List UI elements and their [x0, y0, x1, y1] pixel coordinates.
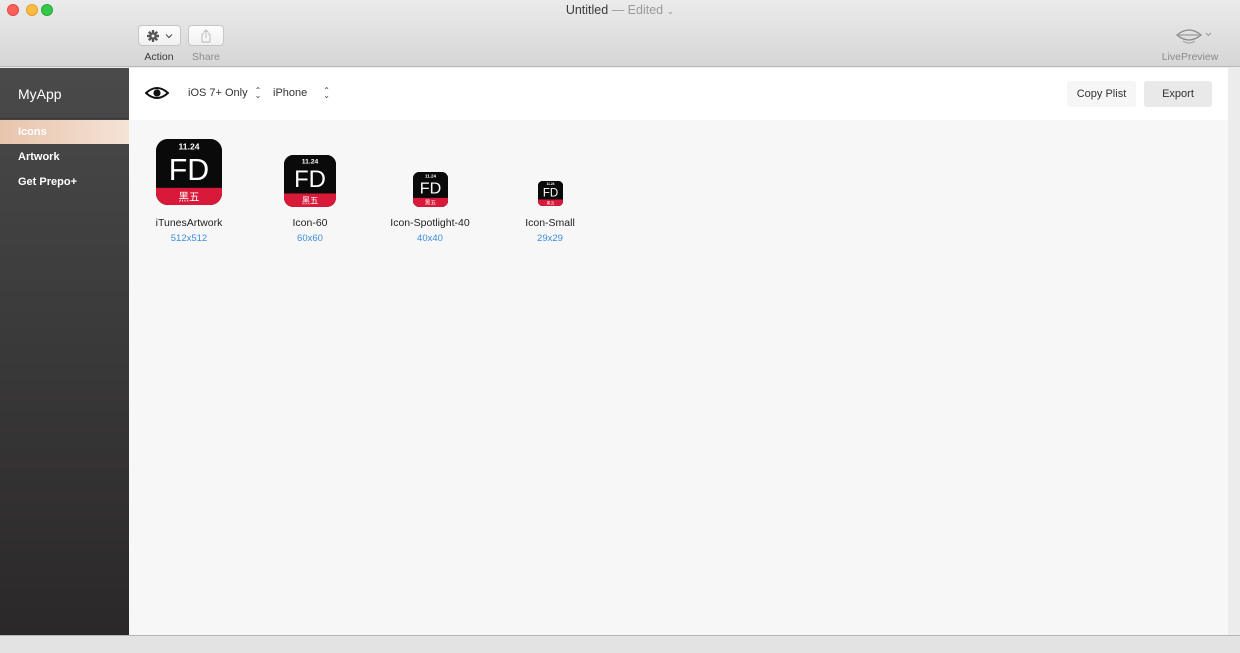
sidebar-item-icons[interactable]: Icons	[0, 120, 129, 144]
icon-art-banner: 黑五	[302, 195, 319, 205]
icon-size: 29x29	[537, 233, 563, 244]
icon-art-date: 11.24	[179, 142, 200, 152]
app-icon-art: 11.24 FD 黑五	[538, 181, 563, 206]
device-value: iPhone	[273, 87, 308, 99]
app-icon-art: 11.24 FD 黑五	[284, 155, 336, 207]
filter-bar: iOS 7+ Only ⌃ ⌄ iPhone ⌃ ⌄ Copy Plist Expo…	[129, 68, 1228, 120]
bottom-bar	[0, 635, 1240, 653]
icon-size: 40x40	[417, 233, 443, 244]
icon-name: Icon-Small	[525, 217, 575, 229]
app-icon-art: 11.24 FD 黑五	[156, 139, 222, 205]
icon-art-date: 11.24	[302, 158, 319, 165]
icon-art-banner: 黑五	[425, 200, 437, 207]
app-icon-preview: 11.24 FD 黑五	[538, 181, 563, 206]
updown-arrows-icon: ⌃ ⌄	[254, 86, 262, 100]
sidebar-item-get-prepo[interactable]: Get Prepo+	[0, 170, 129, 194]
icon-name: iTunesArtwork	[155, 217, 223, 229]
export-button[interactable]: Export	[1144, 81, 1212, 107]
icon-art-letters: FD	[294, 166, 326, 193]
title-bar: Untitled — Edited ⌄ Action Share LivePre…	[0, 0, 1240, 67]
app-icon-art: 11.24 FD 黑五	[413, 172, 448, 207]
eye-icon[interactable]	[145, 85, 169, 101]
icon-size: 512x512	[170, 233, 208, 244]
app-icon-preview: 11.24 FD 黑五	[156, 139, 222, 205]
gear-icon	[146, 29, 172, 42]
sidebar: MyApp Icons Artwork Get Prepo+	[0, 68, 129, 635]
app-icon-preview: 11.24 FD 黑五	[284, 155, 336, 207]
icon-art-letters: FD	[543, 188, 558, 200]
action-button[interactable]	[138, 25, 181, 46]
live-preview-label: LivePreview	[1161, 51, 1219, 63]
main-content: iOS 7+ Only ⌃ ⌄ iPhone ⌃ ⌄ Copy Plist Expo…	[129, 68, 1228, 635]
ios-version-select[interactable]: iOS 7+ Only ⌃ ⌄	[188, 86, 262, 100]
live-preview-icon[interactable]	[1174, 24, 1214, 48]
icon-art-letters: FD	[420, 180, 441, 198]
icon-art-date: 11.24	[425, 174, 437, 179]
icon-name: Icon-Spotlight-40	[390, 217, 470, 229]
title-chevron-icon[interactable]: ⌄	[667, 6, 675, 16]
sidebar-divider	[0, 118, 129, 119]
window-title: Untitled — Edited ⌄	[0, 3, 1240, 17]
icon-art-banner: 黑五	[547, 200, 555, 205]
share-label: Share	[191, 51, 221, 63]
updown-arrows-icon: ⌃ ⌄	[323, 86, 330, 100]
copy-plist-button[interactable]: Copy Plist	[1067, 81, 1136, 107]
icon-name: Icon-60	[292, 217, 328, 229]
device-select[interactable]: iPhone ⌃ ⌄	[273, 86, 330, 100]
icon-art-date: 11.24	[547, 182, 555, 186]
icon-art-letters: FD	[169, 154, 209, 187]
app-icon-preview: 11.24 FD 黑五	[413, 172, 448, 207]
icon-art-banner: 黑五	[178, 191, 199, 203]
sidebar-item-artwork[interactable]: Artwork	[0, 145, 129, 169]
icon-size: 60x60	[297, 233, 323, 244]
ios-version-value: iOS 7+ Only	[188, 87, 248, 99]
app-window: Untitled — Edited ⌄ Action Share LivePre…	[0, 0, 1240, 653]
edited-status[interactable]: — Edited	[612, 3, 663, 17]
share-icon	[201, 28, 211, 42]
sidebar-item-label: Artwork	[18, 151, 60, 163]
document-title: Untitled	[565, 3, 609, 17]
app-name: MyApp	[18, 86, 62, 102]
sidebar-item-label: Icons	[18, 126, 47, 138]
right-edge	[1228, 68, 1240, 635]
sidebar-item-label: Get Prepo+	[18, 176, 77, 188]
share-button[interactable]	[188, 25, 224, 46]
